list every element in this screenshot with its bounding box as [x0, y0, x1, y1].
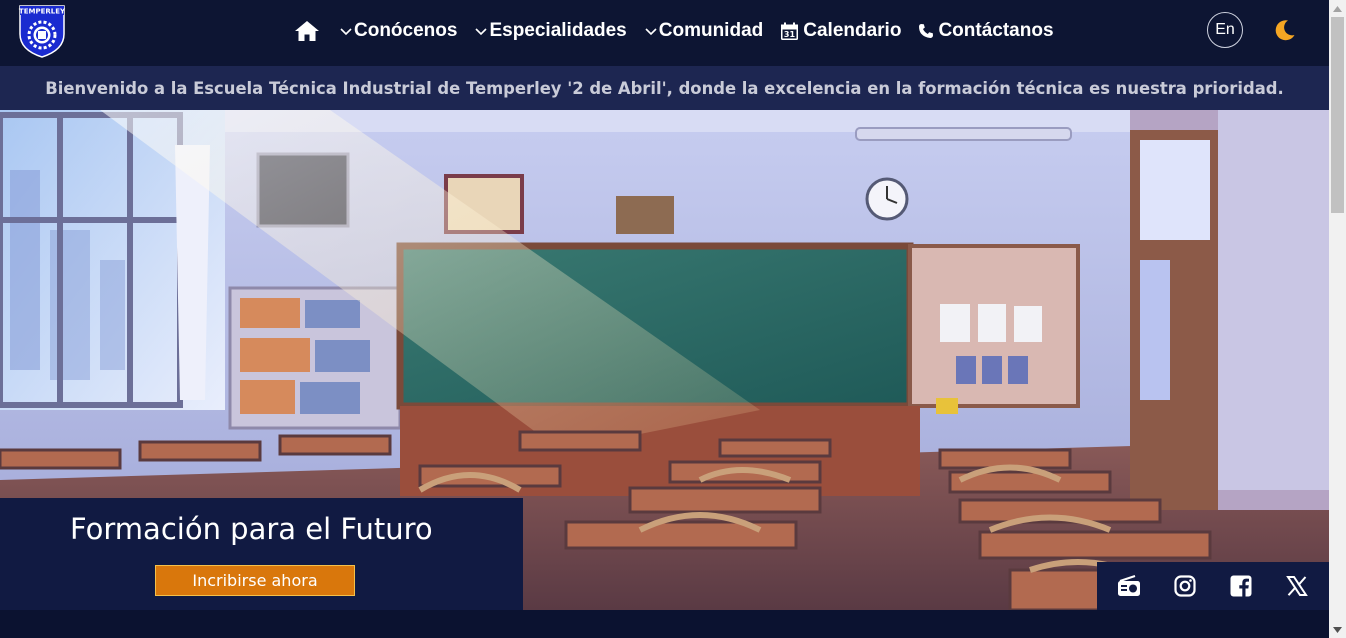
page-bottom [0, 610, 1329, 638]
nav-comunidad[interactable]: Comunidad [644, 20, 764, 42]
nav-comunidad-label: Comunidad [658, 20, 764, 41]
calendar-icon: 31 [781, 22, 799, 40]
nav-contactanos-label: Contáctanos [938, 20, 1054, 41]
main-nav: Conócenos Especialidades Comunidad 31 Ca… [294, 0, 1071, 62]
theme-toggle[interactable] [1273, 18, 1297, 42]
chevron-down-icon [645, 28, 657, 36]
hero-title: Formación para el Futuro [70, 512, 433, 546]
nav-calendario[interactable]: 31 Calendario [780, 20, 901, 42]
welcome-text: Bienvenido a la Escuela Técnica Industri… [45, 78, 1284, 98]
social-links [1097, 562, 1329, 610]
nav-contactanos[interactable]: Contáctanos [918, 20, 1054, 42]
nav-conocenos[interactable]: Conócenos [339, 20, 457, 42]
home-link[interactable] [294, 20, 320, 42]
logo-text: TEMPERLEY [19, 8, 66, 16]
enroll-button[interactable]: Incribirse ahora [155, 565, 355, 596]
home-icon [295, 21, 319, 41]
x-link[interactable] [1285, 574, 1309, 598]
radio-icon [1118, 575, 1140, 596]
scroll-down-arrow-icon[interactable] [1329, 621, 1346, 638]
page: TEMPERLEY Conócenos Especialidades Comun… [0, 0, 1346, 638]
top-navbar: TEMPERLEY Conócenos Especialidades Comun… [0, 0, 1329, 66]
instagram-link[interactable] [1173, 574, 1197, 598]
welcome-banner: Bienvenido a la Escuela Técnica Industri… [0, 66, 1329, 110]
hero-cta-box: Formación para el Futuro Incribirse ahor… [0, 498, 523, 610]
chevron-down-icon [475, 28, 488, 36]
instagram-icon [1174, 575, 1196, 597]
page-scrollbar[interactable] [1329, 0, 1346, 638]
scrollbar-thumb[interactable] [1331, 17, 1344, 213]
nav-especialidades[interactable]: Especialidades [474, 20, 627, 42]
language-button[interactable]: En [1207, 12, 1243, 48]
radio-link[interactable] [1117, 574, 1141, 598]
x-icon [1286, 576, 1308, 596]
nav-conocenos-label: Conócenos [354, 20, 458, 41]
school-logo[interactable]: TEMPERLEY [18, 4, 66, 58]
nav-calendario-label: Calendario [803, 20, 902, 41]
scroll-up-arrow-icon[interactable] [1329, 0, 1346, 17]
moon-icon [1275, 20, 1295, 41]
chevron-down-icon [340, 28, 352, 36]
facebook-link[interactable] [1229, 574, 1253, 598]
phone-icon [919, 24, 934, 38]
svg-text:31: 31 [784, 30, 796, 39]
facebook-icon [1230, 575, 1252, 597]
nav-especialidades-label: Especialidades [489, 20, 627, 41]
